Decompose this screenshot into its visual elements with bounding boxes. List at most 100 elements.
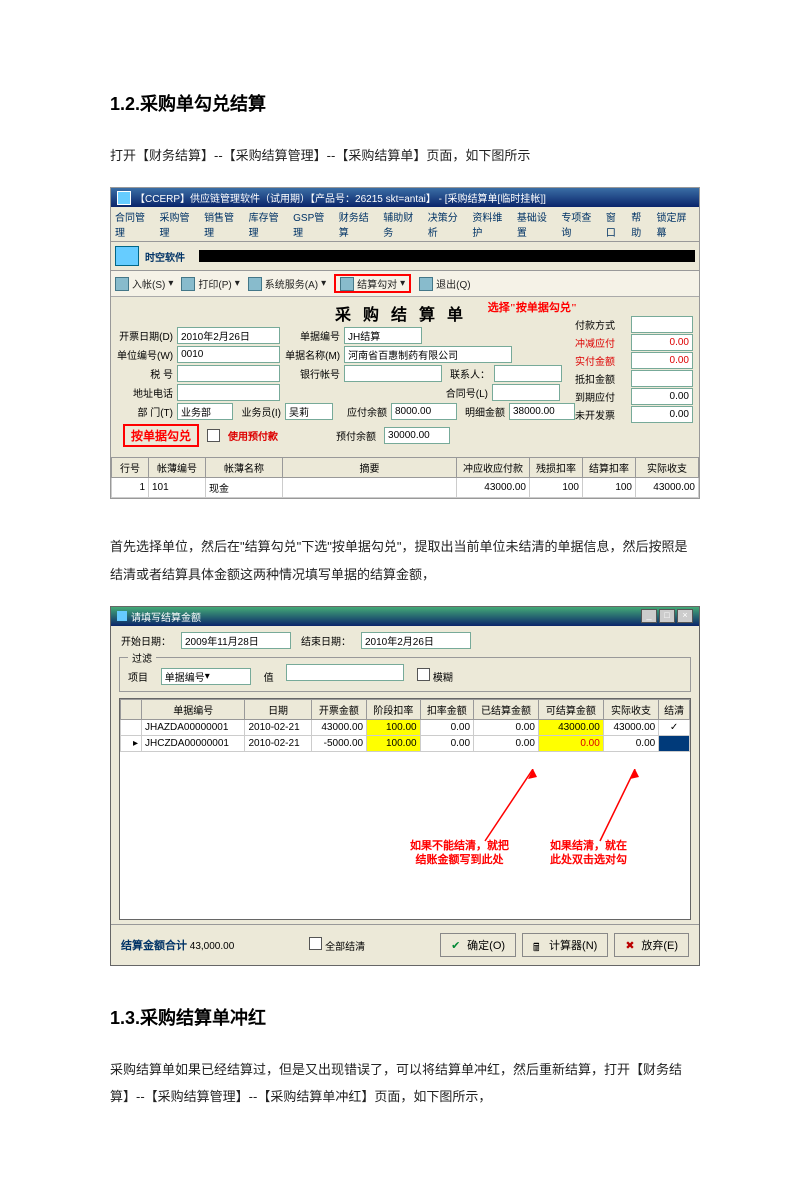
input-value[interactable] [286,664,404,681]
cancel-icon: ✖ [625,939,637,951]
checkbox-fuzzy[interactable] [417,668,430,681]
menu-sales[interactable]: 销售管理 [204,209,243,239]
menu-analysis[interactable]: 决策分析 [428,209,467,239]
col-summary: 摘要 [283,458,457,478]
lbl-fuzzy: 模糊 [433,673,453,684]
result-table-wrap: 单据编号 日期 开票金额 阶段扣率 扣率金额 已结算金额 可结算金额 实际收支 … [119,698,691,920]
col-bookname: 帐薄名称 [206,458,283,478]
filter-legend: 过滤 [128,650,156,665]
toolbar-exit[interactable]: 退出(Q) [419,276,470,291]
input-dwmc[interactable]: 河南省百惠制药有限公司 [344,346,512,363]
lbl-sfje: 实付金额 [575,353,615,368]
cancel-button[interactable]: ✖放弃(E) [614,933,689,957]
annotations: 如果不能结清，就把 结账金额写到此处 如果结清，就在 此处双击选对勾 [120,769,690,862]
input-addr[interactable] [177,384,280,401]
minimize-button[interactable]: _ [641,609,657,623]
input-djbh[interactable]: JH结算 [344,327,422,344]
input-contact[interactable] [494,365,562,382]
lbl-dqyf: 到期应付 [575,389,615,404]
val-sfje[interactable]: 0.00 [631,352,693,369]
window-title: 【CCERP】供应链管理软件（试用期）【产品号：26215 skt=antai】… [135,190,546,205]
print-icon [181,277,195,291]
input-date[interactable]: 2010年2月26日 [177,327,280,344]
exit-icon [419,277,433,291]
val-wkfp[interactable]: 0.00 [631,406,693,423]
calculator-button[interactable]: 🖩计算器(N) [522,933,608,957]
input-dwbh[interactable]: 0010 [177,346,280,363]
table-row[interactable]: ▸ JHCZDA00000001 2010-02-21 -5000.00 100… [121,735,690,751]
maximize-button[interactable]: □ [659,609,675,623]
save-icon [115,277,129,291]
menu-query[interactable]: 专项查询 [561,209,600,239]
col-amount: 开票金额 [311,699,366,719]
val-fkfs[interactable] [631,316,693,333]
menu-stock[interactable]: 库存管理 [249,209,288,239]
input-yfye2: 30000.00 [384,427,450,444]
col-rateamt: 扣率金额 [420,699,473,719]
input-taxno[interactable] [177,365,280,382]
screenshot-1: 【CCERP】供应链管理软件（试用期）【产品号：26215 skt=antai】… [110,187,700,499]
lbl-dwbh: 单位编号(W) [117,347,173,362]
lbl-bank: 银行帐号 [284,366,340,381]
menu-lock[interactable]: 锁定屏幕 [656,209,695,239]
ledger-table: 行号 帐薄编号 帐薄名称 摘要 冲应收应付款 残损扣率 结算扣率 实际收支 1 … [111,457,699,498]
lbl-wkfp: 未开发票 [575,407,615,422]
toolbar-save[interactable]: 入帐(S) ▾ [115,276,173,291]
annotation-select: 选择"按单据勾兑" [488,299,577,315]
col-actual: 实际收支 [603,699,658,719]
val-dkje[interactable] [631,370,693,387]
menu-gsp[interactable]: GSP管理 [293,209,333,239]
col-row: 行号 [112,458,149,478]
input-start-date[interactable]: 2009年11月28日 [181,632,291,649]
lbl-item: 项目 [128,673,148,684]
checkbox-prepay[interactable] [207,429,220,442]
menu-auxfin[interactable]: 辅助财务 [383,209,422,239]
input-dept[interactable]: 业务部 [177,403,233,420]
lbl-djbh: 单据编号 [284,328,340,343]
col-dmg: 残损扣率 [530,458,583,478]
menu-data[interactable]: 资料维护 [472,209,511,239]
input-clerk[interactable]: 吴莉 [285,403,333,420]
input-end-date[interactable]: 2010年2月26日 [361,632,471,649]
lbl-prepay: 使用预付款 [228,428,278,443]
toolbar-sys[interactable]: 系统服务(A) ▾ [248,276,326,291]
lbl-yfye2: 预付余额 [326,428,376,443]
val-dqyf[interactable]: 0.00 [631,388,693,405]
heading-1-2: 1.2.采购单勾兑结算 [110,90,700,116]
toolbar: 入帐(S) ▾ 打印(P) ▾ 系统服务(A) ▾ 结算勾对 ▾ 退出(Q) [111,271,699,297]
input-contract[interactable] [492,384,560,401]
checkbox-clearall[interactable] [309,937,322,950]
lbl-clerk: 业务员(I) [237,404,281,419]
menu-base[interactable]: 基础设置 [517,209,556,239]
lbl-yfye: 应付余额 [337,404,387,419]
lbl-clearall: 全部结清 [325,942,365,953]
ok-button[interactable]: ✔确定(O) [440,933,516,957]
menu-bar[interactable]: 合同管理 采购管理 销售管理 库存管理 GSP管理 财务结算 辅助财务 决策分析… [111,207,699,242]
col-settled: 已结算金额 [474,699,539,719]
brand-strip: 时空软件 [111,242,699,271]
val-cjyf[interactable]: 0.00 [631,334,693,351]
toolbar-settle-match[interactable]: 结算勾对 ▾ [334,274,411,293]
check-icon: ✔ [451,939,463,951]
col-actual: 实际收支 [636,458,699,478]
col-cansettle: 可结算金额 [538,699,603,719]
calculator-icon: 🖩 [533,939,545,951]
select-item[interactable]: 单据编号 ▾ [161,668,251,685]
menu-window[interactable]: 窗口 [606,209,625,239]
annotation-can-clear: 如果结清，就在 此处双击选对勾 [550,839,627,868]
table-row[interactable]: JHAZDA00000001 2010-02-21 43000.00 100.0… [121,719,690,735]
menu-finance[interactable]: 财务结算 [339,209,378,239]
lbl-dkje: 抵扣金额 [575,371,615,386]
menu-help[interactable]: 帮助 [631,209,650,239]
brand-text: 时空软件 [145,249,185,264]
table-row[interactable]: 1 101 现金 43000.00 100 100 43000.00 [112,478,699,498]
close-button[interactable]: × [677,609,693,623]
menu-contract[interactable]: 合同管理 [115,209,154,239]
folder-icon [115,246,139,266]
lbl-dwmc: 单据名称(M) [284,347,340,362]
toolbar-print[interactable]: 打印(P) ▾ [181,276,239,291]
lbl-value: 值 [264,673,274,684]
filter-group: 过滤 项目 单据编号 ▾ 值 模糊 [119,657,691,692]
input-bank[interactable] [344,365,442,382]
menu-purchase[interactable]: 采购管理 [160,209,199,239]
